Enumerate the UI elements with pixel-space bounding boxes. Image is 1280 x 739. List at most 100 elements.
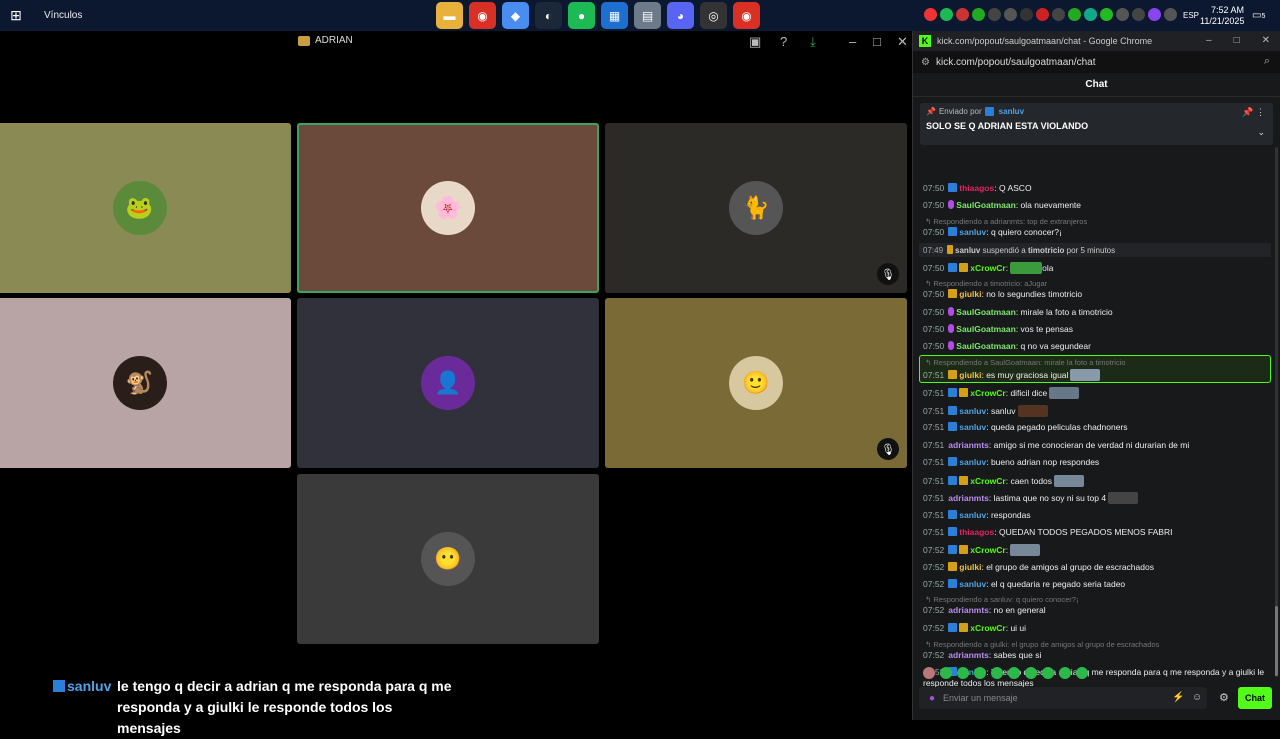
send-chat-button[interactable]: Chat xyxy=(1238,687,1272,709)
chat-message[interactable]: 07:51 sanluv: bueno adrian nop respondes xyxy=(923,457,1273,468)
chat-username[interactable]: xCrowCr xyxy=(970,263,1005,273)
chat-message[interactable]: 07:52 adrianmts: no en general xyxy=(923,605,1273,616)
tray-b-icon[interactable] xyxy=(1020,8,1033,21)
tray-display-icon[interactable] xyxy=(1116,8,1129,21)
links-toolbar[interactable]: Vínculos xyxy=(44,10,124,21)
reply-context[interactable]: ↰ Respondiendo a giulki: el grupo de ami… xyxy=(925,640,1159,649)
target-user[interactable]: timotricio xyxy=(1028,246,1067,255)
maximize-icon[interactable]: □ xyxy=(873,34,881,49)
chrome-maximize-icon[interactable]: □ xyxy=(1234,35,1240,46)
minimize-icon[interactable]: – xyxy=(849,34,856,49)
quick-emote-icon[interactable] xyxy=(991,667,1003,679)
chat-message[interactable]: 07:51 thiaagos: QUEDAN TODOS PEGADOS MENO… xyxy=(923,527,1273,538)
chevron-down-icon[interactable]: ⌄ xyxy=(1257,127,1265,138)
moderator-name[interactable]: sanluv xyxy=(955,246,983,255)
chat-message[interactable]: 07:50 SaulGoatmaan: vos te pensas xyxy=(923,324,1273,335)
chat-username[interactable]: sanluv xyxy=(959,510,986,520)
emote-image[interactable] xyxy=(1070,369,1101,381)
reply-context[interactable]: ↰ Respondiendo a adrianmts: top de extra… xyxy=(925,217,1087,226)
chat-username[interactable]: sanluv xyxy=(959,457,986,467)
tray-pen-icon[interactable] xyxy=(1148,8,1161,21)
emoji-icon[interactable]: ☺ xyxy=(1192,692,1202,703)
chat-username[interactable]: SaulGoatmaan xyxy=(956,307,1016,317)
quick-emote-icon[interactable] xyxy=(1025,667,1037,679)
chat-message[interactable]: 07:51 xCrowCr: caen todos xyxy=(923,475,1273,487)
pinned-user[interactable]: sanluv xyxy=(999,107,1024,116)
chat-username[interactable]: giulki xyxy=(959,289,981,299)
chat-message[interactable]: 07:51 xCrowCr: dificil dice xyxy=(923,387,1273,399)
files-icon[interactable]: ▤ xyxy=(634,2,661,29)
reply-context[interactable]: ↰ Respondiendo a sanluv: q quiero conoce… xyxy=(925,595,1078,604)
spotify-icon[interactable]: ● xyxy=(568,2,595,29)
chat-username[interactable]: giulki xyxy=(959,562,981,572)
chat-username[interactable]: xCrowCr xyxy=(970,388,1005,398)
tray-shield-icon[interactable] xyxy=(1036,8,1049,21)
emote-image[interactable] xyxy=(1010,262,1043,274)
tray-dot-icon[interactable] xyxy=(988,8,1001,21)
chat-username[interactable]: adrianmts xyxy=(948,650,989,660)
chat-message[interactable]: 07:51 sanluv: queda pegado peliculas chad… xyxy=(923,422,1273,433)
quick-emote-icon[interactable] xyxy=(957,667,969,679)
quick-emote-icon[interactable]: ⚡ xyxy=(1172,692,1184,703)
store-icon[interactable]: ▦ xyxy=(601,2,628,29)
chat-username[interactable]: adrianmts xyxy=(948,605,989,615)
tray-spotify-icon[interactable] xyxy=(940,8,953,21)
quick-emote-icon[interactable] xyxy=(923,667,935,679)
chat-username[interactable]: adrianmts xyxy=(948,440,989,450)
chat-username[interactable]: sanluv xyxy=(959,227,986,237)
chat-username[interactable]: xCrowCr xyxy=(970,476,1005,486)
chat-input-placeholder[interactable]: Enviar un mensaje xyxy=(943,693,1018,703)
help-icon[interactable]: ? xyxy=(780,34,787,49)
chat-message[interactable]: 07:52 xCrowCr: ui ui xyxy=(923,623,1273,634)
chat-username[interactable]: SaulGoatmaan xyxy=(956,324,1016,334)
gear-icon[interactable]: ⚙ xyxy=(1219,691,1229,704)
chat-message[interactable]: 07:50 thiaagos: Q ASCO xyxy=(923,183,1273,194)
pin-options-icon[interactable]: 📌 ⋮ xyxy=(1242,107,1265,118)
tray-nvidia-icon[interactable] xyxy=(1068,8,1081,21)
chat-username[interactable]: thiaagos xyxy=(959,183,994,193)
chat-message[interactable]: 07:51 adrianmts: lastima que no soy ni su… xyxy=(923,492,1273,504)
obs-icon[interactable]: ◎ xyxy=(700,2,727,29)
chat-message[interactable]: 07:50 xCrowCr: ola xyxy=(923,262,1273,274)
search-icon[interactable]: ⌕ xyxy=(1264,55,1270,68)
file-explorer-icon[interactable]: ▬ xyxy=(436,2,463,29)
emote-image[interactable] xyxy=(1054,475,1085,487)
tray-wifi-icon[interactable] xyxy=(1164,8,1177,21)
participant-tile-5[interactable]: 👤 xyxy=(297,298,599,468)
language-indicator[interactable]: ESP xyxy=(1183,11,1199,20)
participant-tile-7[interactable]: 😶 xyxy=(297,474,599,644)
quick-emote-icon[interactable] xyxy=(940,667,952,679)
quick-emote-icon[interactable] xyxy=(1042,667,1054,679)
pinned-message[interactable]: 📌 Enviado por sanluv SOLO SE Q ADRIAN ES… xyxy=(920,103,1273,145)
chat-message[interactable]: 07:51 adrianmts: amigo si me conocieran d… xyxy=(923,440,1273,451)
chat-username[interactable]: sanluv xyxy=(959,422,986,432)
chat-message[interactable]: 07:50 giulki: no lo segundies timotricio xyxy=(923,289,1273,300)
emote-image[interactable] xyxy=(1010,544,1041,556)
chat-username[interactable]: SaulGoatmaan xyxy=(956,341,1016,351)
quick-emote-icon[interactable] xyxy=(1008,667,1020,679)
participant-tile-3[interactable]: 🐈 🎙 xyxy=(605,123,907,293)
participant-tile-4[interactable]: 🐒 xyxy=(0,298,291,468)
url-text[interactable]: kick.com/popout/saulgoatmaan/chat xyxy=(936,57,1096,68)
chat-username[interactable]: adrianmts xyxy=(948,493,989,503)
chat-message[interactable]: 07:50 sanluv: q quiero conocer?¡ xyxy=(923,227,1273,238)
chat-username[interactable]: giulki xyxy=(959,370,981,380)
chrome-profile-icon[interactable]: ◉ xyxy=(733,2,760,29)
chat-message[interactable]: 07:52 sanluv: el q quedaria re pegado ser… xyxy=(923,579,1273,590)
chat-username[interactable]: xCrowCr xyxy=(970,623,1005,633)
clock[interactable]: 7:52 AM 11/21/2025 xyxy=(1200,5,1244,27)
tray-monitor-icon[interactable] xyxy=(1132,8,1145,21)
chat-message[interactable]: 07:51 sanluv: respondas xyxy=(923,510,1273,521)
steam-icon[interactable]: ◐ xyxy=(535,2,562,29)
discord-icon[interactable]: ◕ xyxy=(667,2,694,29)
popout-icon[interactable]: ▣ xyxy=(749,34,761,50)
chat-message[interactable]: 07:50 SaulGoatmaan: q no va segundear xyxy=(923,341,1273,352)
quick-emote-icon[interactable] xyxy=(974,667,986,679)
quick-emote-icon[interactable] xyxy=(1076,667,1088,679)
copilot-icon[interactable]: ◆ xyxy=(502,2,529,29)
chat-message[interactable]: 07:50 SaulGoatmaan: mirale la foto a timo… xyxy=(923,307,1273,318)
notification-icon[interactable]: ▭5 xyxy=(1252,10,1268,22)
reply-context[interactable]: ↰ Respondiendo a SaulGoatmaan: mirale la… xyxy=(925,358,1126,367)
tray-red-icon[interactable] xyxy=(924,8,937,21)
reply-context[interactable]: ↰ Respondiendo a timotricio: aJugar xyxy=(925,279,1047,288)
